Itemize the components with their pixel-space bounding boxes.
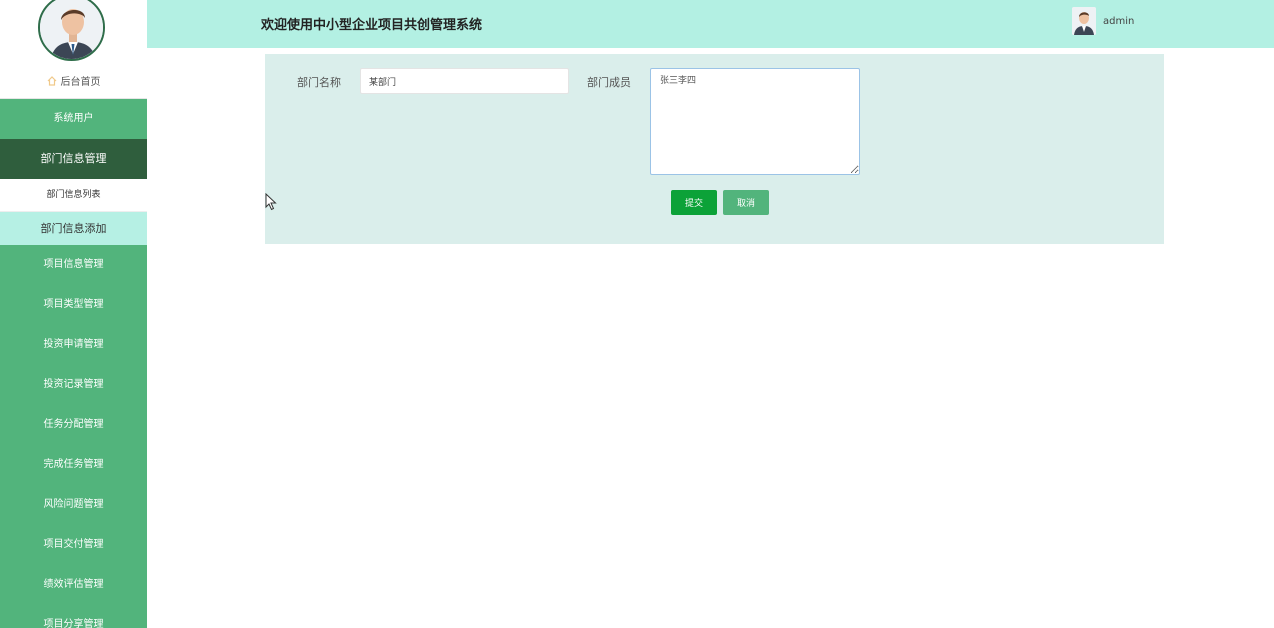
- sidebar-item-project-delivery[interactable]: 项目交付管理: [0, 525, 147, 565]
- person-icon: [1072, 7, 1096, 35]
- profile-avatar: [38, 0, 105, 61]
- submit-button[interactable]: 提交: [671, 190, 717, 215]
- sidebar: 后台首页 系统用户 部门信息管理 部门信息列表 部门信息添加 项目信息管理 项目…: [0, 0, 147, 628]
- user-menu[interactable]: admin: [1072, 6, 1134, 36]
- sidebar-item-project-info[interactable]: 项目信息管理: [0, 245, 147, 285]
- home-icon: [47, 76, 56, 86]
- page-title: 欢迎使用中小型企业项目共创管理系统: [261, 18, 483, 33]
- sidebar-subitem-department-add[interactable]: 部门信息添加: [0, 212, 147, 245]
- sidebar-item-completed-tasks[interactable]: 完成任务管理: [0, 445, 147, 485]
- sidebar-profile: 后台首页: [0, 0, 147, 99]
- sidebar-item-investment-record[interactable]: 投资记录管理: [0, 365, 147, 405]
- sidebar-item-department-management[interactable]: 部门信息管理: [0, 139, 147, 179]
- sidebar-item-performance-evaluation[interactable]: 绩效评估管理: [0, 565, 147, 605]
- person-icon: [40, 0, 103, 59]
- sidebar-subitem-department-list[interactable]: 部门信息列表: [0, 179, 147, 212]
- sidebar-item-project-type[interactable]: 项目类型管理: [0, 285, 147, 325]
- user-avatar: [1072, 7, 1096, 35]
- sidebar-item-system-users[interactable]: 系统用户: [0, 99, 147, 139]
- sidebar-item-task-assignment[interactable]: 任务分配管理: [0, 405, 147, 445]
- username: admin: [1103, 15, 1135, 27]
- dept-name-input[interactable]: [360, 68, 569, 94]
- sidebar-item-investment-application[interactable]: 投资申请管理: [0, 325, 147, 365]
- department-form: 部门名称 部门成员 张三李四 提交 取消: [265, 54, 1164, 244]
- top-header: 欢迎使用中小型企业项目共创管理系统 admin: [147, 0, 1274, 48]
- home-label: 后台首页: [60, 77, 101, 88]
- cancel-button[interactable]: 取消: [723, 190, 769, 215]
- dept-name-label: 部门名称: [297, 76, 341, 89]
- home-link[interactable]: 后台首页: [0, 73, 147, 88]
- members-textarea[interactable]: 张三李四: [650, 68, 860, 175]
- mouse-pointer-icon: [265, 193, 277, 211]
- sidebar-item-project-sharing[interactable]: 项目分享管理: [0, 605, 147, 628]
- sidebar-item-risk-issues[interactable]: 风险问题管理: [0, 485, 147, 525]
- members-label: 部门成员: [587, 76, 631, 89]
